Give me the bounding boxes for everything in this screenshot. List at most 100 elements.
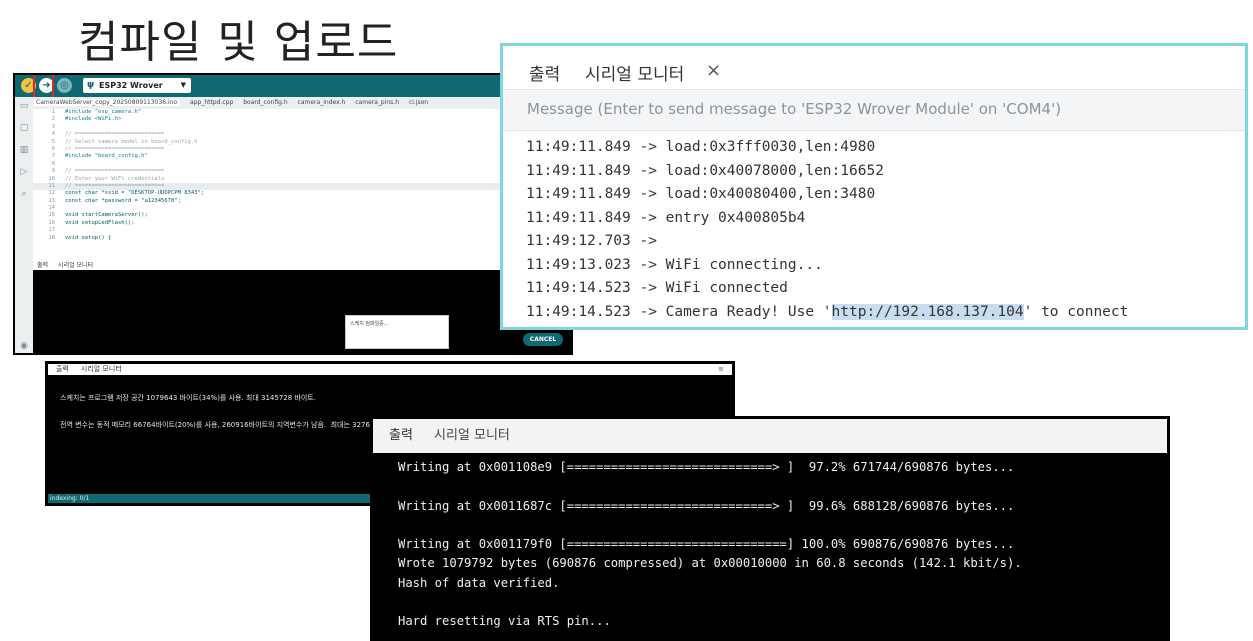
tab-serial-monitor[interactable]: 시리얼 모니터 — [585, 60, 684, 85]
message-input[interactable] — [527, 98, 1207, 120]
code-line: 4 // =========================== — [33, 131, 571, 138]
line-number: 4 — [51, 131, 55, 138]
tab-serial-monitor[interactable]: 시리얼 모니터 — [81, 365, 122, 373]
code-line: 3 — [33, 124, 571, 131]
build-output-text: 스케치는 프로그램 저장 공간 1079643 바이트(34%)를 사용. 최대… — [60, 376, 403, 448]
line-number: 12 — [48, 190, 55, 197]
code-text: void startCameraServer(); — [65, 212, 148, 219]
line-number: 18 — [48, 234, 55, 241]
ide-window: ✓ ➜ ◎ ψ ESP32 Wrover Module ▼ ▭ ▢ ▥ ▷ ⌕ … — [13, 73, 573, 355]
ide-toolbar: ✓ ➜ ◎ ψ ESP32 Wrover Module ▼ — [15, 75, 571, 105]
file-tab[interactable]: camera_pins.h — [355, 99, 399, 106]
code-line: 6 // =========================== — [33, 146, 571, 153]
debug-sidebar-icon[interactable]: ▷ — [18, 167, 30, 177]
code-line: 18 void setup() { — [33, 235, 571, 242]
folder-icon[interactable]: ▭ — [18, 101, 30, 111]
close-icon[interactable]: × — [706, 60, 721, 81]
upload-line — [398, 593, 1022, 612]
code-line: 16 void setupLedFlash(); — [33, 220, 571, 227]
upload-output-tabs: 출력 시리얼 모니터 — [373, 419, 1167, 453]
serial-line: 11:49:12.703 -> — [526, 233, 657, 249]
message-bar — [503, 89, 1245, 131]
tab-serial-monitor[interactable]: 시리얼 모니터 — [58, 262, 93, 269]
serial-line: 11:49:14.523 -> WiFi connected — [526, 280, 788, 296]
file-tab[interactable]: app_httpd.cpp — [190, 99, 233, 106]
serial-line: 11:49:13.023 -> WiFi connecting... — [526, 256, 823, 273]
profile-icon[interactable]: ◉ — [18, 341, 30, 351]
code-text: #include <WiFi.h> — [65, 116, 122, 123]
file-tab[interactable]: ci.json — [409, 99, 428, 106]
tab-serial-monitor[interactable]: 시리얼 모니터 — [434, 419, 510, 453]
debug-icon: ◎ — [60, 80, 69, 91]
upload-line: Writing at 0x0011687c [=================… — [398, 498, 1015, 513]
tab-output[interactable]: 출력 — [37, 262, 48, 269]
ide-output-tabs: 출력 시리얼 모니터 — [33, 261, 571, 270]
ide-file-tabs: CameraWebServer_copy_20250809113036.ino … — [33, 97, 571, 109]
line-number: 14 — [48, 205, 55, 212]
upload-line: Hard resetting via RTS pin... — [398, 614, 611, 629]
code-line: 2 #include <WiFi.h> — [33, 116, 571, 123]
line-number: 5 — [51, 138, 55, 145]
code-line: 12 const char *ssid = "DESKTOP-UDDPCPM 83… — [33, 190, 571, 197]
line-number: 1 — [51, 109, 55, 115]
ide-sidebar: ▭ ▢ ▥ ▷ ⌕ ◉ — [15, 97, 33, 353]
file-tab[interactable]: board_config.h — [243, 99, 287, 106]
line-prefix: 11:49:14.523 -> Camera Ready! Use ' — [526, 303, 832, 320]
tab-output[interactable]: 출력 — [56, 365, 69, 373]
code-line: 10 // Enter your WiFi credentials — [33, 176, 571, 183]
build-output-tabs: 출력 시리얼 모니터 ≡ — [48, 364, 732, 375]
file-tab[interactable]: camera_index.h — [298, 99, 346, 106]
line-number: 2 — [51, 116, 55, 123]
code-text: // =========================== — [65, 182, 165, 189]
code-line: 1 #include "esp_camera.h" — [33, 109, 571, 116]
code-editor[interactable]: 1 #include "esp_camera.h" 2 #include <WiFi.… — [33, 109, 571, 261]
tab-output[interactable]: 출력 — [529, 60, 560, 85]
upload-line: Hash of data verified. — [398, 575, 560, 590]
line-number: 7 — [51, 153, 55, 160]
code-line: 11 // =========================== — [33, 182, 571, 191]
code-line: 17 — [33, 227, 571, 234]
code-line: 9 // =========================== — [33, 168, 571, 175]
upload-highlight-box — [33, 75, 54, 99]
line-number: 16 — [48, 219, 55, 226]
compile-notification: 스케치 컴파일중... — [345, 315, 449, 349]
code-text: const char *password = "a12345678"; — [65, 197, 181, 204]
serial-line: 11:49:11.849 -> load:0x40080400,len:3480 — [526, 186, 876, 202]
serial-line: 11:49:11.849 -> load:0x40078000,len:1665… — [526, 162, 884, 179]
code-text: #include "board_config.h" — [65, 153, 148, 160]
serial-line: 11:49:11.849 -> load:0x3fff0030,len:4980 — [526, 139, 876, 155]
page-title: 컴파일 및 업로드 — [78, 17, 399, 68]
line-number: 13 — [48, 197, 55, 204]
build-line: 스케치는 프로그램 저장 공간 1079643 바이트(34%)를 사용. 최대… — [60, 394, 316, 402]
boards-icon[interactable]: ▢ — [18, 123, 30, 133]
code-text: void setupLedFlash(); — [65, 219, 135, 226]
chevron-down-icon: ▼ — [180, 81, 186, 89]
search-icon[interactable]: ⌕ — [18, 189, 30, 199]
line-number: 9 — [51, 168, 55, 175]
line-number: 15 — [48, 212, 55, 219]
cancel-button[interactable]: CANCEL — [523, 333, 563, 346]
camera-url[interactable]: http://192.168.137.104 — [831, 303, 1024, 320]
line-number: 3 — [51, 123, 55, 130]
upload-line: Wrote 1079792 bytes (690876 compressed) … — [398, 556, 1022, 571]
upload-output-text: Writing at 0x001108e9 [=================… — [398, 458, 1022, 632]
upload-line — [398, 477, 1022, 496]
serial-line-camera-ready: 11:49:14.523 -> Camera Ready! Use 'http:… — [526, 301, 1245, 325]
line-number: 6 — [51, 145, 55, 152]
line-suffix: ' to connect — [1023, 303, 1129, 320]
code-line: 7 #include "board_config.h" — [33, 153, 571, 160]
file-tab[interactable]: CameraWebServer_copy_20250809113036.ino — [33, 99, 181, 106]
debug-button[interactable]: ◎ — [57, 78, 72, 93]
code-text: // Select camera model in board_config.h — [65, 138, 198, 145]
upload-line: Writing at 0x001179f0 [=================… — [398, 537, 1015, 552]
code-line: 15 void startCameraServer(); — [33, 212, 571, 219]
line-number: 8 — [51, 160, 55, 167]
board-selector[interactable]: ψ ESP32 Wrover Module ▼ — [83, 78, 191, 105]
library-icon[interactable]: ▥ — [18, 145, 30, 155]
code-text: #include "esp_camera.h" — [65, 109, 142, 115]
code-text: // =========================== — [65, 145, 165, 152]
serial-output: 11:49:11.849 -> load:0x3fff0030,len:4980… — [526, 136, 1245, 324]
menu-icon[interactable]: ≡ — [718, 364, 724, 375]
tab-output[interactable]: 출력 — [389, 419, 413, 453]
code-text: const char *ssid = "DESKTOP-UDDPCPM 8343… — [65, 190, 205, 197]
